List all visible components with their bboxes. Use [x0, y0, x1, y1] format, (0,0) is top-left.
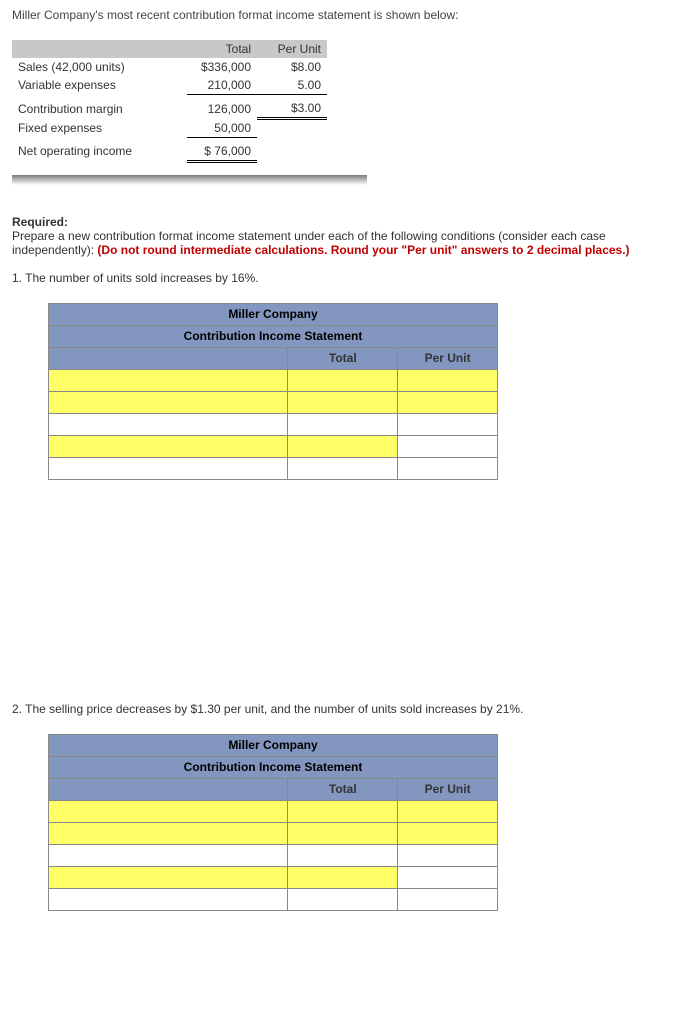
ans2-pu-hdr: Per Unit — [398, 778, 498, 800]
stmt-fixed-total: 50,000 — [187, 119, 257, 138]
answer-table-2: Miller Company Contribution Income State… — [48, 734, 498, 911]
stmt-varexp-pu: 5.00 — [257, 76, 327, 95]
ans2-r1-desc[interactable] — [49, 800, 288, 822]
stmt-cm-pu: $3.00 — [257, 99, 327, 119]
stmt-cm-label: Contribution margin — [12, 99, 187, 119]
ans2-r2-total[interactable] — [288, 822, 398, 844]
ans1-company: Miller Company — [49, 303, 498, 325]
ans1-r1-total[interactable] — [288, 369, 398, 391]
stmt-hdr-total: Total — [187, 40, 257, 58]
ans1-title: Contribution Income Statement — [49, 325, 498, 347]
answer-table-1: Miller Company Contribution Income State… — [48, 303, 498, 480]
given-income-statement: Total Per Unit Sales (42,000 units) $336… — [12, 40, 327, 167]
ans1-r3-pu — [398, 413, 498, 435]
stmt-sales-pu: $8.00 — [257, 58, 327, 76]
ans1-r4-desc[interactable] — [49, 435, 288, 457]
ans1-r3-total — [288, 413, 398, 435]
ans2-r2-pu[interactable] — [398, 822, 498, 844]
ans2-r4-pu — [398, 866, 498, 888]
ans1-r5-desc — [49, 457, 288, 479]
divider-gradient — [12, 175, 367, 185]
stmt-noi-label: Net operating income — [12, 142, 187, 162]
stmt-cm-total: 126,000 — [187, 99, 257, 119]
stmt-sales-total: $336,000 — [187, 58, 257, 76]
ans1-r5-total — [288, 457, 398, 479]
ans1-pu-hdr: Per Unit — [398, 347, 498, 369]
ans1-r2-total[interactable] — [288, 391, 398, 413]
ans2-r2-desc[interactable] — [49, 822, 288, 844]
question-1-text: 1. The number of units sold increases by… — [12, 271, 671, 285]
question-2-text: 2. The selling price decreases by $1.30 … — [12, 702, 671, 716]
ans2-r4-total[interactable] — [288, 866, 398, 888]
stmt-sales-label: Sales (42,000 units) — [12, 58, 187, 76]
ans2-r3-desc — [49, 844, 288, 866]
required-red: (Do not round intermediate calculations.… — [97, 243, 629, 257]
ans1-total-hdr: Total — [288, 347, 398, 369]
stmt-varexp-total: 210,000 — [187, 76, 257, 95]
ans1-r1-desc[interactable] — [49, 369, 288, 391]
ans2-r4-desc[interactable] — [49, 866, 288, 888]
stmt-fixed-label: Fixed expenses — [12, 119, 187, 138]
ans1-r3-desc — [49, 413, 288, 435]
ans2-title: Contribution Income Statement — [49, 756, 498, 778]
required-label: Required: — [12, 215, 68, 229]
required-block: Required: Prepare a new contribution for… — [12, 215, 671, 257]
ans1-r1-pu[interactable] — [398, 369, 498, 391]
ans1-r2-desc[interactable] — [49, 391, 288, 413]
ans2-r1-total[interactable] — [288, 800, 398, 822]
intro-text: Miller Company's most recent contributio… — [12, 8, 671, 22]
ans2-r3-total — [288, 844, 398, 866]
stmt-noi-total: $ 76,000 — [187, 142, 257, 162]
ans2-total-hdr: Total — [288, 778, 398, 800]
ans1-r4-total[interactable] — [288, 435, 398, 457]
ans2-r5-desc — [49, 888, 288, 910]
stmt-hdr-perunit: Per Unit — [257, 40, 327, 58]
ans2-company: Miller Company — [49, 734, 498, 756]
ans1-r4-pu — [398, 435, 498, 457]
ans2-r5-pu — [398, 888, 498, 910]
ans2-r1-pu[interactable] — [398, 800, 498, 822]
ans2-r5-total — [288, 888, 398, 910]
stmt-varexp-label: Variable expenses — [12, 76, 187, 95]
ans1-r2-pu[interactable] — [398, 391, 498, 413]
ans1-r5-pu — [398, 457, 498, 479]
ans2-r3-pu — [398, 844, 498, 866]
